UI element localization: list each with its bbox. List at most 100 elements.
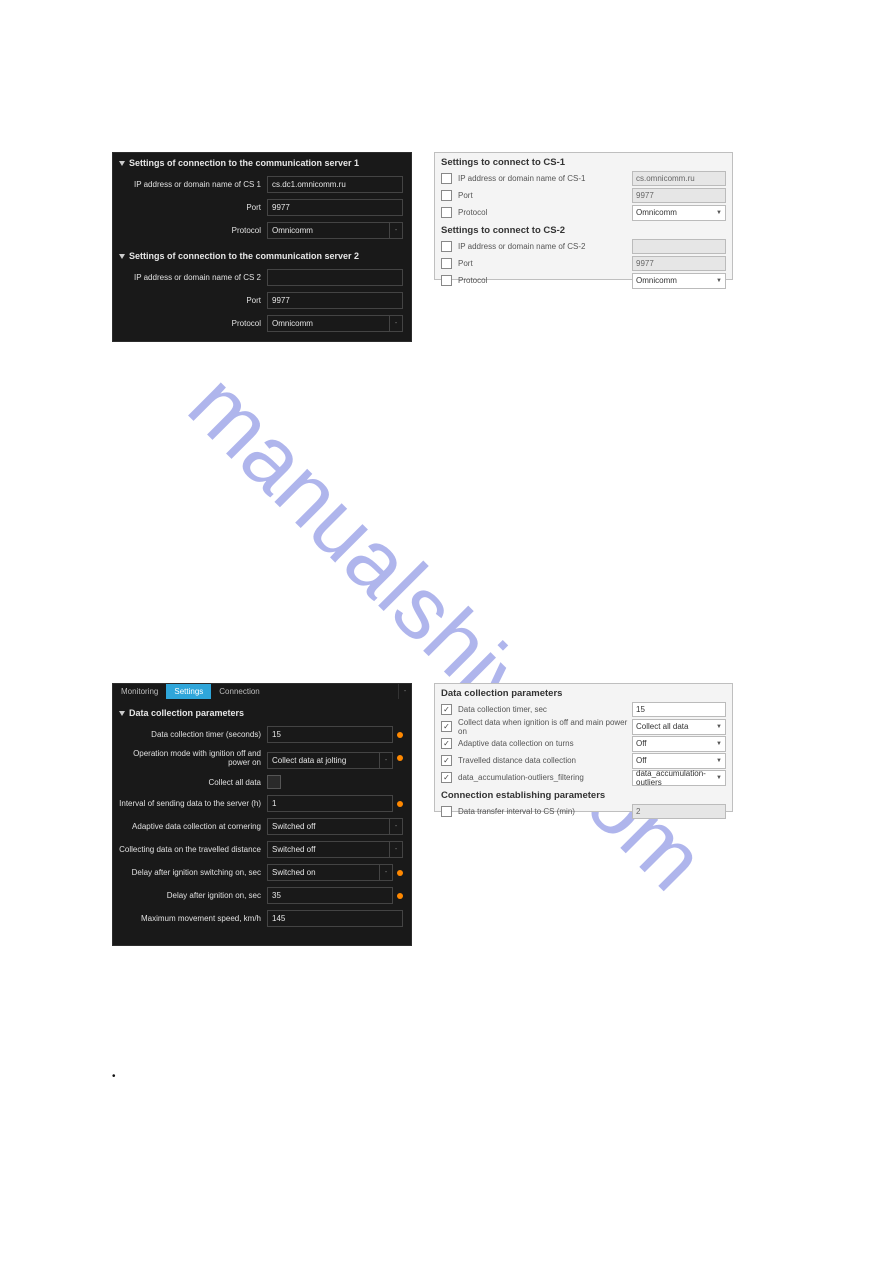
light-select-proto1[interactable]: Omnicomm ▼ [632,205,726,221]
light-input-ip1[interactable] [632,171,726,186]
input-interval[interactable] [267,795,393,812]
input-maxspeed[interactable] [267,910,403,927]
light-connection-panel: Settings to connect to CS-1 IP address o… [434,152,733,280]
checkbox-r6[interactable] [441,806,452,817]
label-adaptive: Adaptive data collection at cornering [113,822,267,831]
label-opmode: Operation mode with ignition off and pow… [113,749,267,767]
section-title-cs2-text: Settings of connection to the communicat… [129,251,359,261]
section-title-cs1[interactable]: Settings of connection to the communicat… [113,153,411,173]
light-select-r3[interactable]: Off ▼ [632,736,726,752]
light-cs1-head: Settings to connect to CS-1 [435,153,732,170]
light-select-r3-val: Off [636,739,647,748]
light-data-panel: Data collection parameters Data collecti… [434,683,733,812]
checkbox-r3[interactable] [441,738,452,749]
checkbox-r4[interactable] [441,755,452,766]
label-protocol-cs1: Protocol [113,226,267,235]
tab-connection[interactable]: Connection [211,684,267,699]
input-timer[interactable] [267,726,393,743]
checkbox-r2[interactable] [441,721,452,732]
light-input-r6[interactable] [632,804,726,819]
label-delay: Delay after ignition on, sec [113,891,267,900]
tab-bar: Monitoring Settings Connection - [113,684,411,699]
light-input-port2[interactable] [632,256,726,271]
label-collect-all: Collect all data [113,778,267,787]
select-protocol-cs2[interactable]: Omnicomm - [267,315,403,332]
light-select-r4[interactable]: Off▼ [632,753,726,769]
light-select-r5[interactable]: data_accumulation-outliers▼ [632,770,726,786]
input-ip-cs2[interactable] [267,269,403,286]
chevron-down-icon: ▼ [716,724,722,730]
select-delay-on[interactable]: Switched on - [267,864,393,881]
light-label-proto1: Protocol [458,208,632,217]
checkbox-proto-cs2[interactable] [441,275,452,286]
checkbox-r1[interactable] [441,704,452,715]
dark-data-panel: Monitoring Settings Connection - Data co… [112,683,412,946]
chevron-down-icon: ▼ [716,741,722,747]
checkbox-r5[interactable] [441,772,452,783]
light-label-r3: Adaptive data collection on turns [458,739,632,748]
select-travel-val: Switched off [272,845,315,854]
light-conn-head: Connection establishing parameters [435,786,732,803]
section-title-cs1-text: Settings of connection to the communicat… [129,158,359,168]
light-select-r2[interactable]: Collect all data ▼ [632,719,726,735]
chevron-down-icon: - [389,819,402,834]
status-dot-icon [397,870,403,876]
light-select-proto1-val: Omnicomm [636,208,677,217]
light-label-r5: data_accumulation-outliers_filtering [458,773,632,782]
label-ip-cs2: IP address or domain name of CS 2 [113,273,267,282]
checkbox-ip-cs2[interactable] [441,241,452,252]
light-select-r4-val: Off [636,756,647,765]
light-input-port1[interactable] [632,188,726,203]
checkbox-collect-all[interactable] [267,775,281,789]
light-input-ip2[interactable] [632,239,726,254]
chevron-down-icon: ▼ [716,210,722,216]
light-select-proto2[interactable]: Omnicomm ▼ [632,273,726,289]
select-opmode[interactable]: Collect data at jolting - [267,752,393,769]
label-maxspeed: Maximum movement speed, km/h [113,914,267,923]
input-port-cs1[interactable] [267,199,403,216]
input-ip-cs1[interactable] [267,176,403,193]
light-select-proto2-val: Omnicomm [636,276,677,285]
checkbox-port-cs1[interactable] [441,190,452,201]
input-delay[interactable] [267,887,393,904]
caret-down-icon [119,254,125,259]
status-dot-icon [397,755,403,761]
label-interval: Interval of sending data to the server (… [113,799,267,808]
chevron-down-icon: ▼ [716,278,722,284]
select-travel[interactable]: Switched off - [267,841,403,858]
select-protocol-cs1[interactable]: Omnicomm - [267,222,403,239]
caret-down-icon [119,711,125,716]
section-title-cs2[interactable]: Settings of connection to the communicat… [113,246,411,266]
chevron-down-icon: - [389,316,402,331]
input-port-cs2[interactable] [267,292,403,309]
section-title-data-text: Data collection parameters [129,708,244,718]
document-bullet: • [112,1071,116,1082]
checkbox-ip-cs1[interactable] [441,173,452,184]
chevron-down-icon: - [389,223,402,238]
light-select-r5-val: data_accumulation-outliers [636,769,716,787]
section-title-data[interactable]: Data collection parameters [113,703,411,723]
chevron-down-icon: - [379,865,392,880]
label-delay-on: Delay after ignition switching on, sec [113,868,267,877]
chevron-down-icon: - [389,842,402,857]
tab-monitoring[interactable]: Monitoring [113,684,166,699]
select-adaptive[interactable]: Switched off - [267,818,403,835]
light-label-r1: Data collection timer, sec [458,705,632,714]
label-port-cs2: Port [113,296,267,305]
light-select-r2-val: Collect all data [636,722,688,731]
checkbox-proto-cs1[interactable] [441,207,452,218]
select-delay-on-val: Switched on [272,868,316,877]
select-opmode-val: Collect data at jolting [272,756,346,765]
light-label-port1: Port [458,191,632,200]
light-label-ip1: IP address or domain name of CS-1 [458,174,632,183]
status-dot-icon [397,893,403,899]
tab-dropdown-icon[interactable]: - [398,684,411,699]
dark-connection-panel: Settings of connection to the communicat… [112,152,412,342]
select-protocol-cs2-value: Omnicomm [272,319,313,328]
checkbox-port-cs2[interactable] [441,258,452,269]
light-label-port2: Port [458,259,632,268]
light-label-r6: Data transfer interval to CS (min) [458,807,632,816]
light-input-r1[interactable] [632,702,726,717]
tab-settings[interactable]: Settings [166,684,211,699]
select-protocol-cs1-value: Omnicomm [272,226,313,235]
